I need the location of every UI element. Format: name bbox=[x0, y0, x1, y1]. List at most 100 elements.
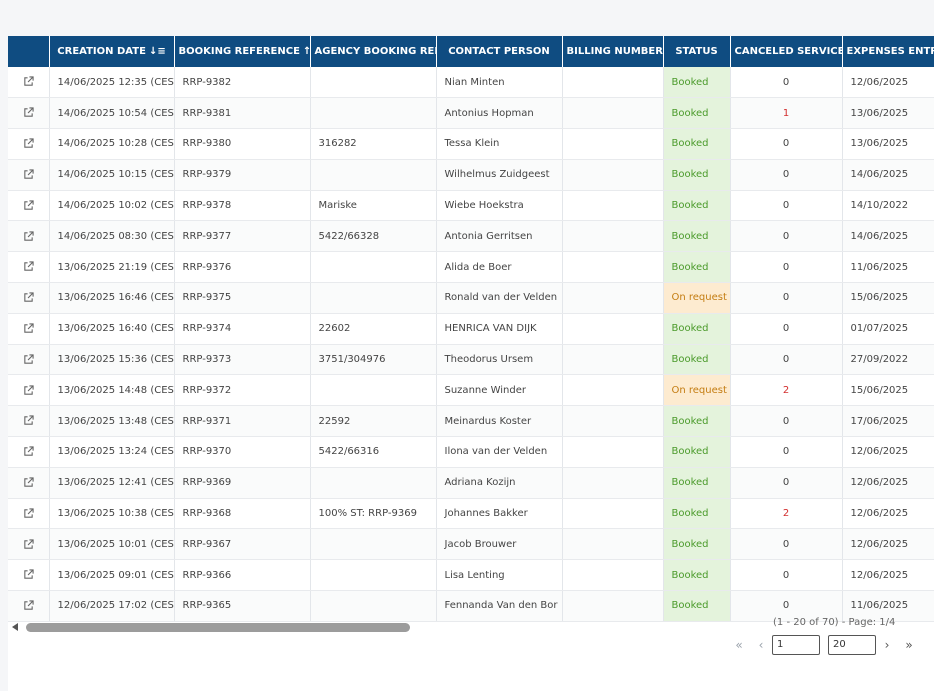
canceled-services-cell: 2 bbox=[730, 498, 843, 530]
table-row[interactable]: 13/06/2025 09:01 (CEST) RRP-9366 Lisa Lent… bbox=[8, 559, 934, 592]
open-booking-link[interactable] bbox=[8, 528, 50, 561]
sort-icon[interactable]: ↓≡ bbox=[149, 46, 166, 57]
contact-person-cell: Jacob Brouwer bbox=[436, 528, 563, 561]
creation-date-cell: 13/06/2025 10:01 (CEST) bbox=[49, 528, 175, 561]
external-link-icon[interactable] bbox=[23, 107, 34, 119]
external-link-icon[interactable] bbox=[23, 200, 34, 211]
billing-number-cell bbox=[562, 344, 664, 376]
table-row[interactable]: 13/06/2025 21:19 (CEST) RRP-9376 Alida de … bbox=[8, 251, 934, 284]
canceled-services-cell: 0 bbox=[730, 67, 843, 99]
open-booking-link[interactable] bbox=[8, 559, 50, 592]
booking-reference-cell: RRP-9368 bbox=[174, 498, 311, 530]
table-row[interactable]: 13/06/2025 10:01 (CEST) RRP-9367 Jacob Bro… bbox=[8, 528, 934, 561]
table-row[interactable]: 13/06/2025 13:24 (CEST) RRP-9370 5422/6631… bbox=[8, 436, 934, 468]
external-link-icon[interactable] bbox=[23, 76, 34, 88]
external-link-icon[interactable] bbox=[23, 569, 34, 581]
table-row[interactable]: 14/06/2025 10:28 (CEST) RRP-9380 316282 Tes… bbox=[8, 128, 934, 160]
external-link-icon[interactable] bbox=[23, 230, 34, 242]
table-row[interactable]: 14/06/2025 12:35 (CEST) RRP-9382 Nian Mint… bbox=[8, 67, 934, 99]
external-link-icon[interactable] bbox=[23, 292, 34, 304]
agency-booking-ref-cell: 3751/304976 bbox=[310, 344, 437, 376]
external-link-icon[interactable] bbox=[23, 354, 34, 365]
agency-booking-ref-cell: 22602 bbox=[310, 313, 437, 345]
contact-person-cell: Meinardus Koster bbox=[436, 405, 563, 438]
external-link-icon[interactable] bbox=[23, 538, 34, 550]
creation-date-cell: 13/06/2025 16:46 (CEST) bbox=[49, 282, 175, 314]
open-booking-link[interactable] bbox=[8, 128, 50, 160]
canceled-services-cell: 0 bbox=[730, 159, 843, 191]
page-number-input[interactable]: 1 bbox=[772, 635, 820, 655]
table-row[interactable]: 14/06/2025 10:54 (CEST) RRP-9381 Antonius … bbox=[8, 97, 934, 130]
creation-date-cell: 14/06/2025 08:30 (CEST) bbox=[49, 220, 175, 253]
next-page-button[interactable]: › bbox=[876, 638, 898, 652]
external-link-icon[interactable] bbox=[23, 169, 34, 181]
first-page-button[interactable]: « bbox=[728, 638, 750, 652]
previous-page-button[interactable]: ‹ bbox=[750, 638, 772, 652]
billing-number-cell bbox=[562, 97, 664, 130]
agency-booking-ref-cell: 5422/66316 bbox=[310, 436, 437, 468]
scrollbar-thumb[interactable] bbox=[26, 623, 410, 632]
external-link-icon[interactable] bbox=[23, 477, 34, 489]
header-billing-number[interactable]: BILLING NUMBER bbox=[562, 36, 664, 67]
billing-number-cell bbox=[562, 467, 664, 499]
open-booking-link[interactable] bbox=[8, 251, 50, 284]
table-row[interactable]: 13/06/2025 12:41 (CEST) RRP-9369 Adriana K… bbox=[8, 467, 934, 499]
header-agency-booking-ref[interactable]: AGENCY BOOKING REF. bbox=[310, 36, 437, 67]
open-booking-link[interactable] bbox=[8, 190, 50, 222]
canceled-services-cell: 1 bbox=[730, 97, 843, 130]
last-page-button[interactable]: » bbox=[898, 638, 920, 652]
header-canceled-services[interactable]: CANCELED SERVICES bbox=[730, 36, 843, 67]
header-booking-reference[interactable]: BOOKING REFERENCE↑↓ bbox=[174, 36, 311, 67]
agency-booking-ref-cell bbox=[310, 159, 437, 191]
external-link-icon[interactable] bbox=[23, 323, 34, 335]
status-badge: Booked bbox=[663, 498, 731, 530]
column-header-label: CANCELED SERVICES bbox=[734, 46, 842, 57]
external-link-icon[interactable] bbox=[23, 415, 34, 427]
booking-reference-cell: RRP-9371 bbox=[174, 405, 311, 438]
scroll-left-arrow-icon[interactable] bbox=[12, 623, 18, 631]
external-link-icon[interactable] bbox=[23, 508, 34, 519]
open-booking-link[interactable] bbox=[8, 67, 50, 99]
sort-icon[interactable]: ↑↓ bbox=[303, 46, 309, 57]
contact-person-cell: Wilhelmus Zuidgeest bbox=[436, 159, 563, 191]
open-booking-link[interactable] bbox=[8, 97, 50, 130]
table-row[interactable]: 13/06/2025 16:46 (CEST) RRP-9375 Ronald va… bbox=[8, 282, 934, 314]
table-row[interactable]: 13/06/2025 10:38 (CEST) RRP-9368 100% ST: … bbox=[8, 498, 934, 530]
expenses-entry-cell: 13/06/2025 bbox=[842, 128, 934, 160]
open-booking-link[interactable] bbox=[8, 344, 50, 376]
billing-number-cell bbox=[562, 128, 664, 160]
table-row[interactable]: 13/06/2025 14:48 (CEST) RRP-9372 Suzanne W… bbox=[8, 374, 934, 407]
booking-reference-cell: RRP-9370 bbox=[174, 436, 311, 468]
table-row[interactable]: 14/06/2025 10:02 (CEST) RRP-9378 Mariske Wi… bbox=[8, 190, 934, 222]
external-link-icon[interactable] bbox=[23, 600, 34, 612]
open-booking-link[interactable] bbox=[8, 282, 50, 314]
external-link-icon[interactable] bbox=[23, 384, 34, 396]
external-link-icon[interactable] bbox=[23, 138, 34, 150]
table-row[interactable]: 14/06/2025 08:30 (CEST) RRP-9377 5422/6632… bbox=[8, 220, 934, 253]
external-link-icon[interactable] bbox=[23, 446, 34, 458]
table-row[interactable]: 14/06/2025 10:15 (CEST) RRP-9379 Wilhelmus… bbox=[8, 159, 934, 191]
booking-reference-cell: RRP-9375 bbox=[174, 282, 311, 314]
billing-number-cell bbox=[562, 559, 664, 592]
page-size-input[interactable]: 20 bbox=[828, 635, 876, 655]
table-row[interactable]: 13/06/2025 16:40 (CEST) RRP-9374 22602 HENR… bbox=[8, 313, 934, 345]
open-booking-link[interactable] bbox=[8, 467, 50, 499]
open-booking-link[interactable] bbox=[8, 313, 50, 345]
open-booking-link[interactable] bbox=[8, 220, 50, 253]
table-row[interactable]: 13/06/2025 15:36 (CEST) RRP-9373 3751/3049… bbox=[8, 344, 934, 376]
billing-number-cell bbox=[562, 498, 664, 530]
open-booking-link[interactable] bbox=[8, 436, 50, 468]
header-status[interactable]: STATUS bbox=[663, 36, 731, 67]
open-booking-link[interactable] bbox=[8, 590, 50, 622]
billing-number-cell bbox=[562, 67, 664, 99]
header-creation-date[interactable]: CREATION DATE ↓≡ bbox=[49, 36, 175, 67]
open-booking-link[interactable] bbox=[8, 405, 50, 438]
expenses-entry-cell: 12/06/2025 bbox=[842, 467, 934, 499]
external-link-icon[interactable] bbox=[23, 261, 34, 273]
header-expenses-entry[interactable]: EXPENSES ENTRY bbox=[842, 36, 934, 67]
open-booking-link[interactable] bbox=[8, 498, 50, 530]
table-row[interactable]: 13/06/2025 13:48 (CEST) RRP-9371 22592 Mein… bbox=[8, 405, 934, 438]
open-booking-link[interactable] bbox=[8, 159, 50, 191]
header-contact-person[interactable]: CONTACT PERSON bbox=[436, 36, 563, 67]
open-booking-link[interactable] bbox=[8, 374, 50, 407]
